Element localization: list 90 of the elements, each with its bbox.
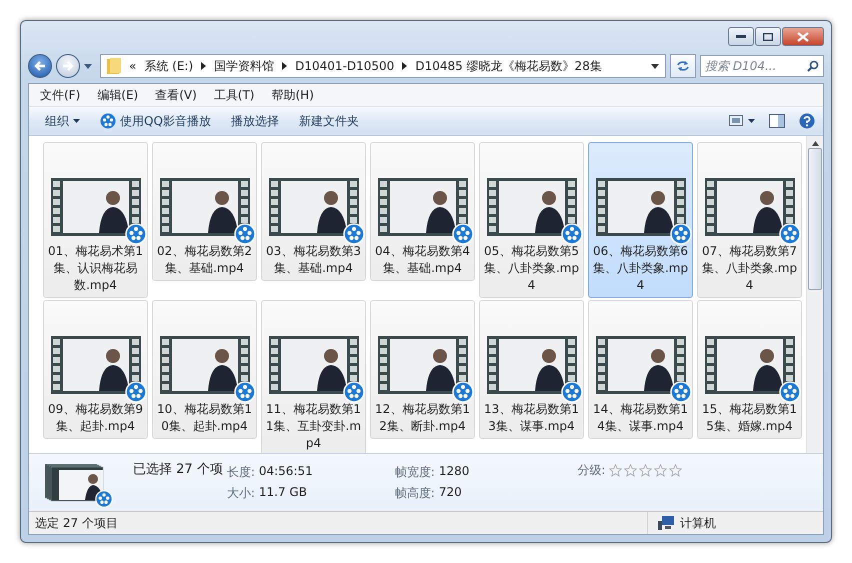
refresh-icon bbox=[676, 60, 690, 72]
close-button[interactable] bbox=[782, 27, 824, 46]
video-file-tile[interactable]: 02、梅花易数第2集、基础.mp4 bbox=[152, 142, 257, 281]
address-segment[interactable]: 系统 (E:) bbox=[144, 58, 194, 74]
video-file-tile[interactable]: 04、梅花易数第4集、基础.mp4 bbox=[370, 142, 475, 281]
forward-arrow-icon bbox=[62, 60, 74, 72]
detail-value: 04:56:51 bbox=[258, 464, 313, 480]
back-button[interactable] bbox=[28, 54, 52, 78]
video-file-tile[interactable]: 05、梅花易数第5集、八卦类象.mp4 bbox=[479, 142, 584, 298]
player-badge-icon bbox=[342, 381, 364, 403]
player-badge-icon bbox=[670, 223, 692, 245]
video-file-tile[interactable]: 03、梅花易数第3集、基础.mp4 bbox=[261, 142, 366, 281]
star-icon[interactable] bbox=[654, 464, 668, 477]
address-segment[interactable]: 国学资料馆 bbox=[214, 58, 274, 74]
scrollbar[interactable] bbox=[806, 136, 823, 453]
video-file-tile[interactable]: 06、梅花易数第6集、八卦类象.mp4 bbox=[588, 142, 693, 298]
selection-summary: 已选择 27 个项 bbox=[133, 462, 223, 477]
location-text: 计算机 bbox=[680, 514, 716, 532]
preview-pane-icon[interactable] bbox=[769, 114, 785, 128]
computer-icon bbox=[658, 516, 674, 530]
detail-value: 720 bbox=[438, 484, 462, 500]
star-icon[interactable] bbox=[669, 464, 682, 477]
menu-item[interactable]: 编辑(E) bbox=[90, 84, 146, 106]
detail-value: 1280 bbox=[438, 464, 470, 480]
address-bar[interactable]: « 系统 (E:) 国学资料馆 D10401-D10500 D10485 缪晓龙《梅花易数》28集 bbox=[100, 54, 666, 78]
toolbar-button[interactable]: 播放选择 bbox=[222, 110, 287, 132]
folder-icon bbox=[107, 58, 121, 74]
video-file-tile[interactable]: 10、梅花易数第10集、起卦.mp4 bbox=[152, 300, 257, 439]
view-options-icon[interactable] bbox=[729, 115, 755, 127]
organize-button[interactable]: 组织 bbox=[37, 110, 88, 132]
menu-item[interactable]: 帮助(H) bbox=[264, 84, 321, 106]
search-field[interactable]: 搜索 D104... bbox=[700, 55, 824, 77]
chevron-icon[interactable] bbox=[402, 62, 408, 70]
player-badge-icon bbox=[124, 381, 146, 403]
refresh-button[interactable] bbox=[670, 54, 696, 78]
player-badge-icon bbox=[342, 223, 364, 245]
video-file-tile[interactable]: 11、梅花易数第11集、互卦变卦.mp4 bbox=[261, 300, 366, 453]
history-caret-icon[interactable] bbox=[84, 64, 92, 68]
maximize-button[interactable] bbox=[755, 27, 781, 46]
scroll-up-icon[interactable] bbox=[812, 141, 818, 146]
chevron-icon[interactable] bbox=[201, 62, 206, 70]
video-file-tile[interactable]: 09、梅花易数第9集、起卦.mp4 bbox=[43, 300, 148, 439]
player-badge-icon bbox=[670, 381, 692, 403]
status-text: 选定 27 个项目 bbox=[35, 514, 118, 532]
player-badge-icon bbox=[95, 490, 113, 508]
player-badge-icon bbox=[778, 223, 800, 245]
dropdown-caret-icon[interactable] bbox=[651, 64, 659, 68]
caret-icon bbox=[73, 119, 80, 123]
video-file-tile[interactable]: 14、梅花易数第14集、谋事.mp4 bbox=[588, 300, 693, 439]
player-badge-icon bbox=[234, 381, 256, 403]
player-badge-icon bbox=[560, 381, 582, 403]
rating-stars[interactable] bbox=[609, 464, 682, 477]
close-icon bbox=[797, 32, 809, 42]
player-badge-icon bbox=[560, 223, 582, 245]
star-icon[interactable] bbox=[609, 464, 622, 477]
minimize-button[interactable] bbox=[728, 27, 754, 46]
menu-item[interactable]: 文件(F) bbox=[33, 84, 88, 106]
player-badge-icon bbox=[234, 223, 256, 245]
detail-label: 长度: bbox=[226, 464, 255, 480]
search-icon[interactable] bbox=[807, 60, 819, 72]
video-file-tile[interactable]: 13、梅花易数第13集、谋事.mp4 bbox=[479, 300, 584, 439]
menu-item[interactable]: 查看(V) bbox=[148, 84, 204, 106]
player-badge-icon bbox=[778, 381, 800, 403]
detail-label: 帧宽度: bbox=[394, 464, 435, 480]
back-arrow-icon bbox=[34, 60, 46, 72]
toolbar-button[interactable]: 新建文件夹 bbox=[290, 110, 367, 132]
help-icon[interactable] bbox=[799, 113, 815, 129]
rating-label: 分级: bbox=[577, 462, 606, 479]
video-file-tile[interactable]: 12、梅花易数第12集、断卦.mp4 bbox=[370, 300, 475, 439]
star-icon[interactable] bbox=[624, 464, 638, 477]
player-badge-icon bbox=[124, 223, 146, 245]
address-overflow[interactable]: « bbox=[129, 59, 136, 73]
player-icon bbox=[100, 113, 116, 129]
detail-label: 大小: bbox=[226, 484, 255, 502]
chevron-icon[interactable] bbox=[282, 62, 288, 70]
forward-button[interactable] bbox=[56, 54, 80, 78]
player-badge-icon bbox=[452, 381, 474, 403]
menu-item[interactable]: 工具(T) bbox=[206, 84, 262, 106]
star-icon[interactable] bbox=[639, 464, 652, 477]
detail-label: 帧高度: bbox=[394, 484, 435, 502]
address-segment[interactable]: D10401-D10500 bbox=[295, 59, 394, 73]
player-badge-icon bbox=[452, 223, 474, 245]
video-file-tile[interactable]: 15、梅花易数第15集、婚嫁.mp4 bbox=[697, 300, 802, 439]
video-file-tile[interactable]: 01、梅花易术第1集、认识梅花易数.mp4 bbox=[43, 142, 148, 298]
maximize-icon bbox=[763, 32, 773, 40]
detail-value: 11.7 GB bbox=[258, 484, 307, 500]
toolbar-button[interactable]: 使用QQ影音播放 bbox=[92, 110, 219, 132]
video-file-tile[interactable]: 07、梅花易数第7集、八卦类象.mp4 bbox=[697, 142, 802, 298]
minimize-icon bbox=[736, 34, 746, 38]
address-segment[interactable]: D10485 缪晓龙《梅花易数》28集 bbox=[415, 58, 602, 74]
